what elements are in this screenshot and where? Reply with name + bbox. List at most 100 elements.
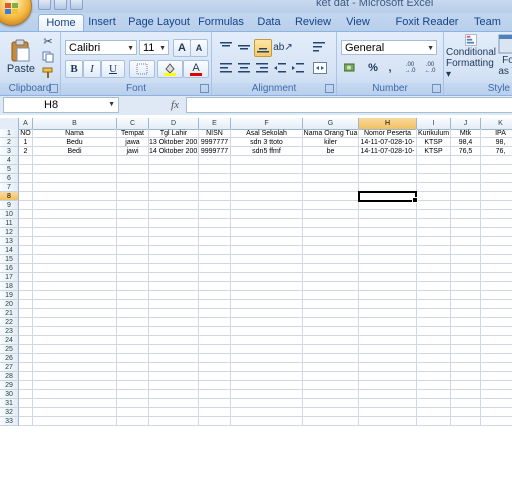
cell-a2[interactable]: 1 bbox=[19, 138, 33, 147]
cell-b33[interactable] bbox=[33, 417, 117, 426]
cell-i16[interactable] bbox=[417, 264, 451, 273]
cell-g17[interactable] bbox=[303, 273, 359, 282]
column-header-e[interactable]: E bbox=[199, 118, 231, 129]
cell-a1[interactable]: NO bbox=[19, 129, 33, 138]
cell-i28[interactable] bbox=[417, 372, 451, 381]
cell-i7[interactable] bbox=[417, 183, 451, 192]
cell-i11[interactable] bbox=[417, 219, 451, 228]
cell-c17[interactable] bbox=[117, 273, 149, 282]
cell-j32[interactable] bbox=[451, 408, 481, 417]
row-header-5[interactable]: 5 bbox=[0, 165, 19, 174]
cell-d33[interactable] bbox=[149, 417, 199, 426]
cell-b10[interactable] bbox=[33, 210, 117, 219]
column-header-j[interactable]: J bbox=[451, 118, 481, 129]
cell-i10[interactable] bbox=[417, 210, 451, 219]
cell-c3[interactable]: jawi bbox=[117, 147, 149, 156]
cell-c32[interactable] bbox=[117, 408, 149, 417]
cell-c7[interactable] bbox=[117, 183, 149, 192]
cell-j26[interactable] bbox=[451, 354, 481, 363]
cell-f16[interactable] bbox=[231, 264, 303, 273]
cell-a9[interactable] bbox=[19, 201, 33, 210]
cell-k28[interactable] bbox=[481, 372, 512, 381]
row-header-8[interactable]: 8 bbox=[0, 192, 19, 201]
save-icon[interactable] bbox=[38, 0, 51, 10]
cell-f15[interactable] bbox=[231, 255, 303, 264]
column-header-c[interactable]: C bbox=[117, 118, 149, 129]
tab-team[interactable]: Team bbox=[474, 14, 501, 31]
cell-c25[interactable] bbox=[117, 345, 149, 354]
cell-j27[interactable] bbox=[451, 363, 481, 372]
grow-font-button[interactable]: A bbox=[173, 39, 191, 57]
cell-a10[interactable] bbox=[19, 210, 33, 219]
cell-b5[interactable] bbox=[33, 165, 117, 174]
cell-d15[interactable] bbox=[149, 255, 199, 264]
row-header-10[interactable]: 10 bbox=[0, 210, 19, 219]
cell-g28[interactable] bbox=[303, 372, 359, 381]
cell-k21[interactable] bbox=[481, 309, 512, 318]
cell-d13[interactable] bbox=[149, 237, 199, 246]
cell-c26[interactable] bbox=[117, 354, 149, 363]
cell-j15[interactable] bbox=[451, 255, 481, 264]
cell-c31[interactable] bbox=[117, 399, 149, 408]
cell-g15[interactable] bbox=[303, 255, 359, 264]
cell-h22[interactable] bbox=[359, 318, 417, 327]
cell-g2[interactable]: kiler bbox=[303, 138, 359, 147]
bold-button[interactable]: B bbox=[65, 60, 83, 78]
cell-g10[interactable] bbox=[303, 210, 359, 219]
cell-k5[interactable] bbox=[481, 165, 512, 174]
cell-h19[interactable] bbox=[359, 291, 417, 300]
cell-i15[interactable] bbox=[417, 255, 451, 264]
cell-k1[interactable]: IPA bbox=[481, 129, 512, 138]
cell-c15[interactable] bbox=[117, 255, 149, 264]
row-header-3[interactable]: 3 bbox=[0, 147, 19, 156]
conditional-formatting-button[interactable]: Conditional Formatting ▾ bbox=[446, 34, 496, 80]
cell-i3[interactable]: KTSP bbox=[417, 147, 451, 156]
cell-d27[interactable] bbox=[149, 363, 199, 372]
cell-i25[interactable] bbox=[417, 345, 451, 354]
row-header-26[interactable]: 26 bbox=[0, 354, 19, 363]
column-header-i[interactable]: I bbox=[417, 118, 451, 129]
cell-g3[interactable]: be bbox=[303, 147, 359, 156]
cell-h15[interactable] bbox=[359, 255, 417, 264]
cell-e28[interactable] bbox=[199, 372, 231, 381]
cell-g18[interactable] bbox=[303, 282, 359, 291]
cell-d8[interactable] bbox=[149, 192, 199, 201]
cell-i1[interactable]: Kurikulum bbox=[417, 129, 451, 138]
cell-a3[interactable]: 2 bbox=[19, 147, 33, 156]
row-header-11[interactable]: 11 bbox=[0, 219, 19, 228]
cell-e14[interactable] bbox=[199, 246, 231, 255]
cell-g24[interactable] bbox=[303, 336, 359, 345]
cell-d31[interactable] bbox=[149, 399, 199, 408]
cell-e20[interactable] bbox=[199, 300, 231, 309]
cell-k16[interactable] bbox=[481, 264, 512, 273]
cell-g33[interactable] bbox=[303, 417, 359, 426]
cell-b7[interactable] bbox=[33, 183, 117, 192]
cell-b12[interactable] bbox=[33, 228, 117, 237]
cell-k22[interactable] bbox=[481, 318, 512, 327]
cell-a33[interactable] bbox=[19, 417, 33, 426]
cell-b24[interactable] bbox=[33, 336, 117, 345]
cell-e19[interactable] bbox=[199, 291, 231, 300]
cell-d22[interactable] bbox=[149, 318, 199, 327]
row-header-14[interactable]: 14 bbox=[0, 246, 19, 255]
cell-f11[interactable] bbox=[231, 219, 303, 228]
row-header-31[interactable]: 31 bbox=[0, 399, 19, 408]
row-header-16[interactable]: 16 bbox=[0, 264, 19, 273]
cell-i21[interactable] bbox=[417, 309, 451, 318]
cell-f5[interactable] bbox=[231, 165, 303, 174]
cell-k33[interactable] bbox=[481, 417, 512, 426]
cell-f3[interactable]: sdn5 ffmf bbox=[231, 147, 303, 156]
cell-j13[interactable] bbox=[451, 237, 481, 246]
cell-e24[interactable] bbox=[199, 336, 231, 345]
align-left-button[interactable] bbox=[218, 60, 234, 76]
column-header-f[interactable]: F bbox=[231, 118, 303, 129]
cell-h20[interactable] bbox=[359, 300, 417, 309]
column-header-d[interactable]: D bbox=[149, 118, 199, 129]
cell-b23[interactable] bbox=[33, 327, 117, 336]
cell-a29[interactable] bbox=[19, 381, 33, 390]
cell-k26[interactable] bbox=[481, 354, 512, 363]
cell-b3[interactable]: Bedi bbox=[33, 147, 117, 156]
cell-f32[interactable] bbox=[231, 408, 303, 417]
cell-d10[interactable] bbox=[149, 210, 199, 219]
cell-i14[interactable] bbox=[417, 246, 451, 255]
